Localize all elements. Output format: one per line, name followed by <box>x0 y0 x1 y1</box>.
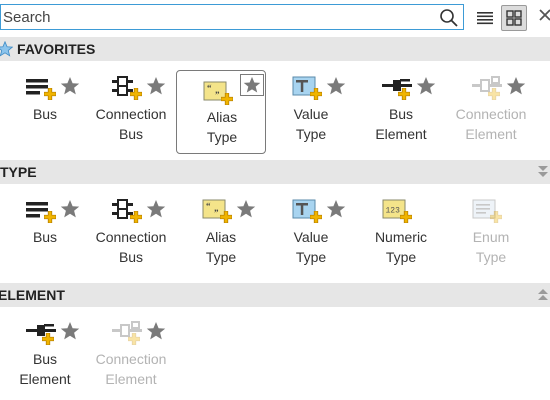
collapse-up-icon[interactable] <box>536 286 550 304</box>
element-item-connection-element: Connection Element <box>86 311 176 395</box>
favorite-star-icon[interactable] <box>60 199 80 219</box>
favorite-star-icon[interactable] <box>416 76 436 96</box>
favorites-star-icon <box>0 41 13 57</box>
favorite-star-icon <box>243 76 261 94</box>
favorites-item-bus-element[interactable]: Bus Element <box>356 66 446 150</box>
collapse-down-icon[interactable] <box>536 163 550 181</box>
item-label: Value Type <box>293 106 329 142</box>
favorite-star-icon[interactable] <box>60 76 80 96</box>
type-item-bus[interactable]: Bus <box>0 189 90 273</box>
item-label: Bus Element <box>375 106 427 142</box>
item-label: Connection Bus <box>95 106 167 142</box>
section-header-favorites[interactable]: FAVORITES <box>0 37 550 61</box>
item-label: Bus Element <box>19 351 71 387</box>
bus-icon <box>24 197 58 225</box>
item-label: Connection Bus <box>95 229 167 265</box>
item-label: Alias Type <box>205 229 237 265</box>
connection-bus-icon <box>110 197 144 225</box>
section-header-element[interactable]: ELEMENT <box>0 283 550 307</box>
favorites-item-value-type[interactable]: Value Type <box>266 66 356 150</box>
favorite-star-icon[interactable] <box>146 199 166 219</box>
type-item-value-type[interactable]: Value Type <box>266 189 356 273</box>
favorites-item-bus[interactable]: Bus <box>0 66 90 150</box>
item-label: Bus <box>32 106 58 122</box>
favorite-star-icon[interactable] <box>506 76 526 96</box>
item-label: Numeric Type <box>374 229 428 265</box>
connection-element-icon <box>470 74 504 102</box>
item-label: Value Type <box>293 229 329 265</box>
favorites-item-alias-type[interactable]: Alias Type <box>176 70 266 154</box>
type-item-connection-bus[interactable]: Connection Bus <box>86 189 176 273</box>
favorite-star-icon[interactable] <box>236 199 256 219</box>
favorites-item-connection-element: Connection Element <box>446 66 536 150</box>
element-item-bus-element[interactable]: Bus Element <box>0 311 90 395</box>
favorite-star-button[interactable] <box>240 74 264 96</box>
item-label: Bus <box>32 229 58 245</box>
item-label: Enum Type <box>472 229 510 265</box>
enum-type-icon <box>470 197 504 225</box>
list-view-button[interactable] <box>472 5 498 31</box>
item-label: Alias Type <box>206 109 238 145</box>
type-item-alias-type[interactable]: Alias Type <box>176 189 266 273</box>
favorite-star-icon[interactable] <box>146 76 166 96</box>
bus-element-icon <box>380 74 414 102</box>
type-item-numeric-type[interactable]: Numeric Type <box>356 189 446 273</box>
favorite-star-icon[interactable] <box>326 76 346 96</box>
search-box[interactable] <box>0 4 464 30</box>
favorite-star-icon[interactable] <box>146 321 166 341</box>
close-icon[interactable] <box>538 8 550 22</box>
toolbar <box>0 0 550 36</box>
favorite-star-icon[interactable] <box>60 321 80 341</box>
connection-bus-icon <box>110 74 144 102</box>
alias-type-icon <box>201 79 235 107</box>
connection-element-icon <box>110 319 144 347</box>
section-header-type[interactable]: TYPE <box>0 160 550 184</box>
grid-view-icon <box>506 10 522 26</box>
bus-icon <box>24 74 58 102</box>
search-input[interactable] <box>3 5 433 29</box>
value-type-icon <box>290 197 324 225</box>
section-title-type: TYPE <box>0 164 37 180</box>
numeric-type-icon <box>380 197 414 225</box>
favorites-item-connection-bus[interactable]: Connection Bus <box>86 66 176 150</box>
type-item-enum-type: Enum Type <box>446 189 536 273</box>
bus-element-icon <box>24 319 58 347</box>
alias-type-icon <box>200 197 234 225</box>
list-view-icon <box>477 12 493 25</box>
section-title-favorites: FAVORITES <box>17 41 96 57</box>
grid-view-button[interactable] <box>501 5 527 31</box>
item-label: Connection Element <box>455 106 527 142</box>
search-icon[interactable] <box>439 8 459 28</box>
value-type-icon <box>290 74 324 102</box>
favorite-star-icon[interactable] <box>326 199 346 219</box>
section-title-element: ELEMENT <box>0 287 65 303</box>
item-label: Connection Element <box>95 351 167 387</box>
